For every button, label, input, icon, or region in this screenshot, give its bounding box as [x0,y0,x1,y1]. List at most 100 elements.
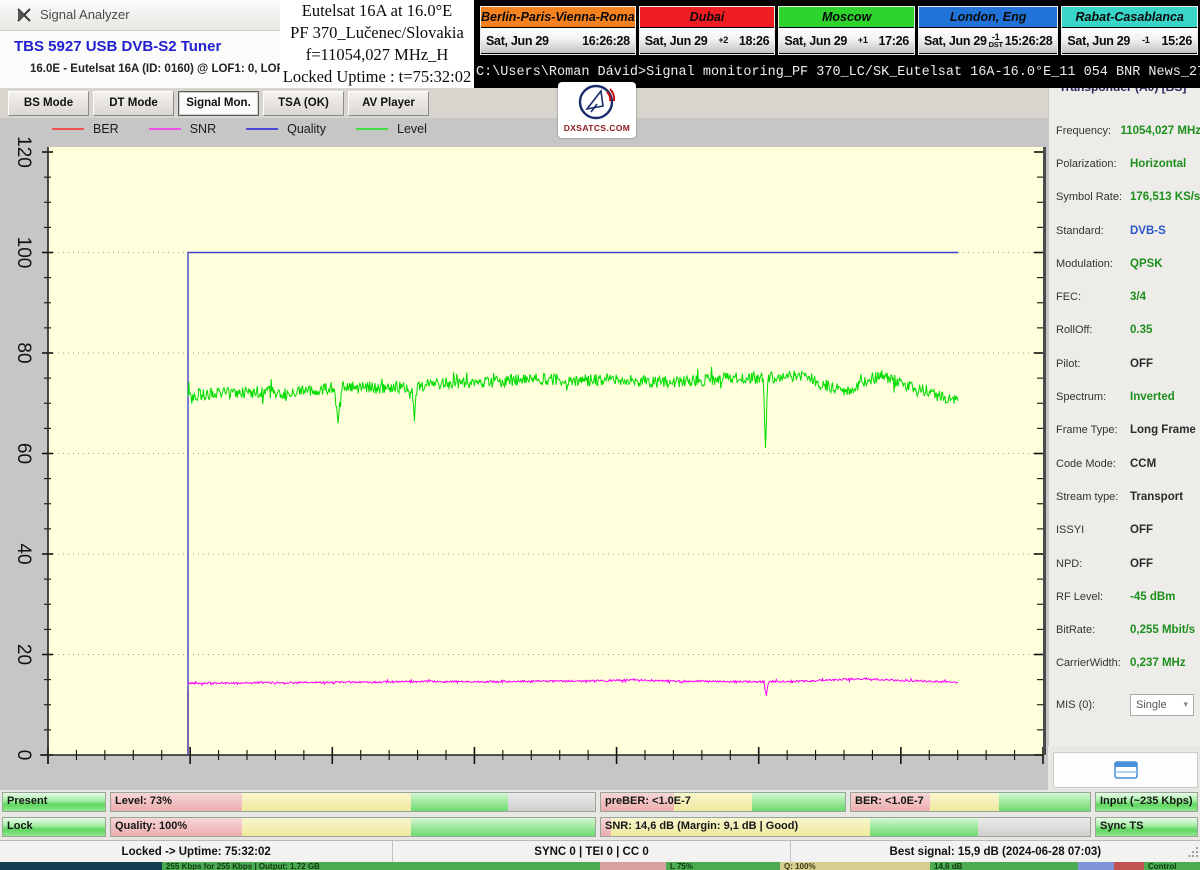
param-value: OFF [1130,558,1153,570]
param-value: QPSK [1130,258,1163,270]
bar-segment-yellow [242,818,411,836]
param-value: CCM [1130,458,1156,470]
param-label: NPD: [1049,558,1130,570]
resize-grip[interactable] [1188,845,1200,859]
param-value: 3/4 [1130,291,1146,303]
param-label: CarrierWidth: [1049,657,1130,669]
footer-best-signal: Best signal: 15,9 dB (2024-06-28 07:03) [790,841,1200,863]
param-row-polarization-: Polarization: Horizontal [1049,147,1200,180]
toolbar-button-dt-mode[interactable]: DT Mode [93,91,174,116]
strip-segment: Q: 100% [780,862,930,870]
svg-text:60: 60 [13,443,34,464]
param-row-rf-level-: RF Level: -45 dBm [1049,580,1200,613]
legend-item-ber: BER [52,122,119,136]
legend-item-quality: Quality [246,122,326,136]
param-label: Code Mode: [1049,458,1130,470]
svg-text:40: 40 [13,543,34,564]
status-bar-label: Level: 73% [115,795,172,807]
dxsatcs-logo: DXSATCS.COM [558,82,636,138]
status-bar-label: Present [7,795,47,807]
param-label: RF Level: [1049,591,1130,603]
status-bar-label: Quality: 100% [115,820,187,832]
legend-item-level: Level [356,122,427,136]
clock-date: Sat, Jun 29 [1067,34,1130,48]
param-value: Long Frame [1130,424,1196,436]
param-value: Transport [1130,491,1183,503]
param-row-modulation-: Modulation: QPSK [1049,247,1200,280]
param-row-stream-type-: Stream type: Transport [1049,480,1200,513]
clock-city-label: London, Eng [919,7,1057,28]
export-button[interactable] [1053,752,1198,788]
signal-chart-panel: BER SNR Quality Level 0 20 40 60 80 100 120 [0,118,1048,790]
legend-item-snr: SNR [149,122,216,136]
clock-date: Sat, Jun 29 [486,34,549,48]
clock-moscow: Moscow Sat, Jun 29 +1 17:26 [778,6,915,55]
param-value: OFF [1130,524,1153,536]
clock-datetime: Sat, Jun 29 16:26:28 [481,28,635,53]
param-value: 11054,027 MHz [1120,125,1200,137]
clock-datetime: Sat, Jun 29 -1DST 15:26:28 [919,28,1057,53]
param-row-bitrate-: BitRate: 0,255 Mbit/s [1049,613,1200,646]
toolbar-button-signal-mon-[interactable]: Signal Mon. [178,91,259,116]
clock-time: 15:26 [1162,34,1192,48]
param-row-fec-: FEC: 3/4 [1049,280,1200,313]
legend-label: Level [397,122,427,136]
clock-date: Sat, Jun 29 [784,34,847,48]
param-value: Horizontal [1130,158,1186,170]
svg-text:0: 0 [13,750,34,761]
bar-segment-green [870,818,978,836]
status-bar-lock: Lock [2,817,106,837]
bar-segment-green [999,793,1090,811]
clock-utc-offset: -1 [1142,37,1149,44]
legend-swatch [246,128,278,130]
status-bar-preber-1-0e-7: preBER: <1.0E-7 [600,792,846,812]
status-bar-label: Input (~235 Kbps) [1100,795,1193,807]
clock-time: 18:26 [739,34,769,48]
bar-segment-green [411,818,595,836]
strip-segment [1114,862,1144,870]
bar-segment-gray [508,793,595,811]
footer-sync-counters: SYNC 0 | TEI 0 | CC 0 [392,841,789,863]
status-bar-ber-1-0e-7: BER: <1.0E-7 [850,792,1091,812]
status-bars: Present Level: 73% preBER: <1.0E-7BER: <1.… [0,790,1200,840]
strip-segment [0,862,162,870]
param-value: OFF [1130,358,1153,370]
clock-datetime: Sat, Jun 29 +2 18:26 [640,28,775,53]
clock-city-label: Moscow [779,7,914,28]
param-row-issyi: ISSYI OFF [1049,514,1200,547]
param-row-carrierwidth-: CarrierWidth: 0,237 MHz [1049,647,1200,680]
strip-segment: 255 Kbps for 255 Kbps | Output: 1.72 GB [162,862,600,870]
param-row-frequency-: Frequency: 11054,027 MHz [1049,114,1200,147]
param-row-npd-: NPD: OFF [1049,547,1200,580]
param-label: Modulation: [1049,258,1130,270]
clock-utc-offset: -1DST [989,34,1003,48]
legend-swatch [52,128,84,130]
param-label: Pilot: [1049,358,1130,370]
svg-text:120: 120 [13,136,34,168]
bar-segment-yellow [930,793,999,811]
clock-time: 16:26:28 [582,34,630,48]
window-title: Signal Analyzer [40,7,130,22]
param-row-frame-type-: Frame Type: Long Frame [1049,414,1200,447]
svg-text:80: 80 [13,342,34,363]
param-label: Polarization: [1049,158,1130,170]
toolbar-button-tsa-ok-[interactable]: TSA (OK) [263,91,344,116]
mode-toolbar: BS ModeDT ModeSignal Mon.TSA (OK)AV Play… [0,88,1048,118]
param-label: FEC: [1049,291,1130,303]
svg-text:100: 100 [13,237,34,269]
toolbar-button-av-player[interactable]: AV Player [348,91,429,116]
status-bar-label: Sync TS [1100,820,1143,832]
chevron-down-icon: ▾ [1183,699,1188,710]
status-bar-quality-100: Quality: 100% [110,817,596,837]
param-row-spectrum-: Spectrum: Inverted [1049,380,1200,413]
legend-label: Quality [287,122,326,136]
clock-time: 15:26:28 [1005,34,1053,48]
transponder-sidebar: Transponder (A0) [BS] Frequency: 11054,0… [1048,80,1200,746]
mis-dropdown[interactable]: Single ▾ [1130,694,1194,716]
toolbar-button-bs-mode[interactable]: BS Mode [8,91,89,116]
clock-city-label: Rabat-Casablanca [1062,7,1197,28]
bar-segment-green [411,793,508,811]
info-line-uptime: Locked Uptime : t=75:32:02 [280,66,474,88]
svg-text:20: 20 [13,644,34,665]
status-bar-label: SNR: 14,6 dB (Margin: 9,1 dB | Good) [605,820,798,832]
